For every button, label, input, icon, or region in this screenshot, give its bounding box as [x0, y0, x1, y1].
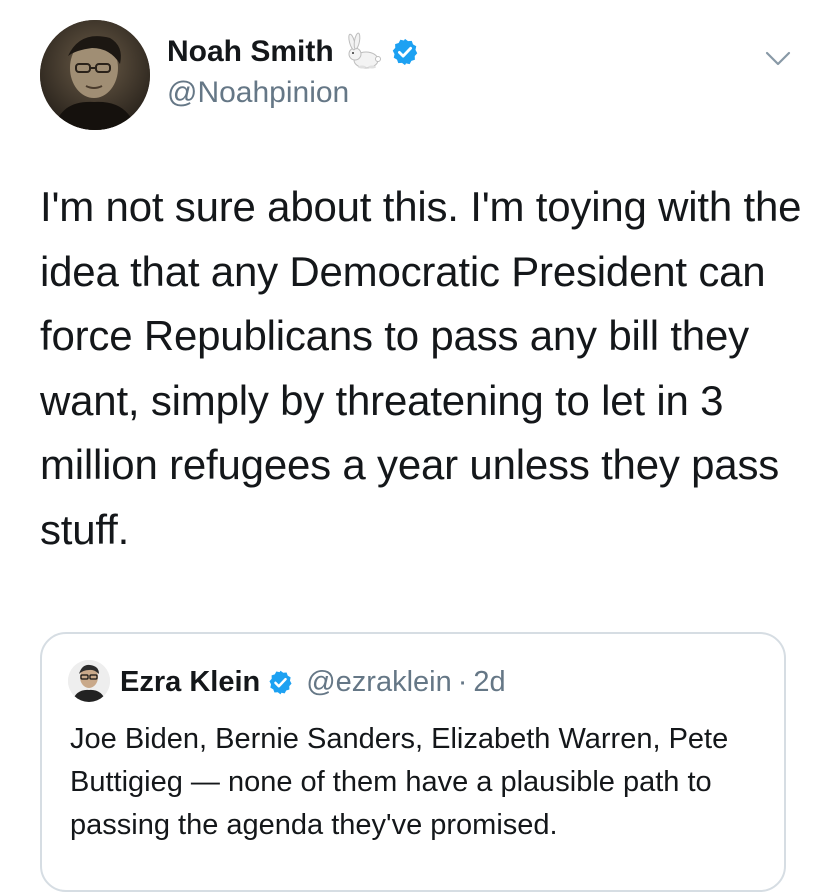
chevron-down-icon[interactable] [763, 43, 793, 73]
quoted-author-avatar [68, 660, 110, 702]
quoted-author-name: Ezra Klein [120, 665, 261, 698]
verified-badge-icon [392, 38, 417, 66]
quoted-tweet-time: 2d [473, 665, 506, 698]
author-avatar-image [40, 20, 150, 130]
rabbit-emoji-icon [347, 32, 381, 69]
quoted-author-handle: @ezraklein [306, 665, 452, 698]
separator-dot: · [457, 665, 468, 698]
quoted-author-avatar-image [68, 660, 110, 702]
quoted-tweet-header: Ezra Klein @ezraklein · 2d [120, 662, 506, 702]
author-avatar[interactable] [40, 20, 150, 130]
quoted-tweet-card[interactable]: Ezra Klein @ezraklein · 2d Joe Biden, Be… [40, 632, 786, 892]
verified-badge-icon [269, 670, 292, 694]
tweet-text: I'm not sure about this. I'm toying with… [40, 183, 802, 553]
author-name-row: Noah Smith [167, 32, 420, 72]
author-name[interactable]: Noah Smith [167, 32, 334, 72]
author-handle[interactable]: @Noahpinion [167, 74, 349, 112]
